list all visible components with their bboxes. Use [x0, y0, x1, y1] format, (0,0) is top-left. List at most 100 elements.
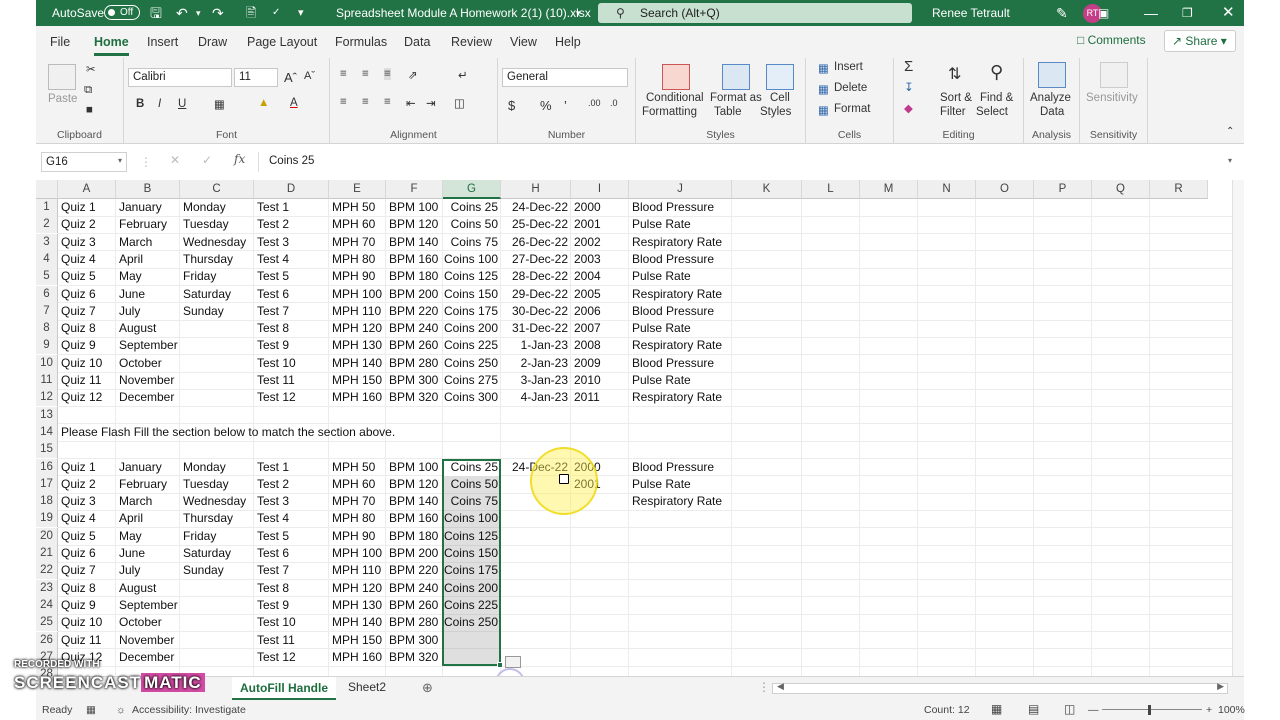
row-header-3[interactable]: 3	[36, 233, 58, 251]
cell-g8[interactable]: Coins 200	[443, 320, 501, 337]
cell-g11[interactable]: Coins 275	[443, 372, 501, 389]
analyze-data-label-1[interactable]: Analyze	[1030, 92, 1071, 104]
column-header-a[interactable]: A	[58, 180, 116, 199]
cell-f26[interactable]: BPM 300	[386, 632, 443, 649]
cell-b2[interactable]: February	[116, 216, 180, 233]
align-middle-icon[interactable]: ≡	[362, 68, 369, 80]
cell-a5[interactable]: Quiz 5	[58, 268, 116, 285]
align-top-icon[interactable]: ≡	[340, 68, 347, 80]
row-header-7[interactable]: 7	[36, 302, 58, 320]
row-header-13[interactable]: 13	[36, 406, 58, 424]
menu-page-layout[interactable]: Page Layout	[247, 35, 317, 49]
cell-c4[interactable]: Thursday	[180, 251, 254, 268]
row-header-24[interactable]: 24	[36, 596, 58, 614]
ribbon-display-icon[interactable]: ▣	[1098, 0, 1109, 26]
align-right-icon[interactable]: ≡	[384, 96, 391, 108]
cell-j4[interactable]: Blood Pressure	[629, 251, 732, 268]
conditional-formatting-label-1[interactable]: Conditional	[646, 92, 704, 104]
cell-a4[interactable]: Quiz 4	[58, 251, 116, 268]
spelling-icon[interactable]: ✓	[272, 0, 280, 26]
font-color-icon[interactable]: A	[290, 97, 298, 109]
cell-c19[interactable]: Thursday	[180, 510, 254, 527]
cell-d4[interactable]: Test 4	[254, 251, 329, 268]
find-select-icon[interactable]: ⚲	[990, 62, 1003, 83]
cell-e20[interactable]: MPH 90	[329, 528, 386, 545]
cell-a25[interactable]: Quiz 10	[58, 614, 116, 631]
cell-e27[interactable]: MPH 160	[329, 649, 386, 666]
zoom-level[interactable]: 100%	[1218, 704, 1245, 716]
cell-a1[interactable]: Quiz 1	[58, 199, 116, 216]
cell-f9[interactable]: BPM 260	[386, 337, 443, 354]
cell-f11[interactable]: BPM 300	[386, 372, 443, 389]
cell-a21[interactable]: Quiz 6	[58, 545, 116, 562]
row-header-25[interactable]: 25	[36, 614, 58, 632]
sort-filter-icon[interactable]: ⇅	[948, 64, 961, 84]
clear-icon[interactable]: ◆	[904, 101, 913, 115]
undo-icon[interactable]: ↶	[176, 0, 188, 26]
cell-c2[interactable]: Tuesday	[180, 216, 254, 233]
cell-h5[interactable]: 28-Dec-22	[501, 268, 571, 285]
cell-e16[interactable]: MPH 50	[329, 459, 386, 476]
minimize-icon[interactable]: —	[1144, 0, 1158, 26]
cell-g17[interactable]: Coins 50	[443, 476, 501, 493]
cell-a12[interactable]: Quiz 12	[58, 389, 116, 406]
row-header-1[interactable]: 1	[36, 199, 58, 216]
cell-b8[interactable]: August	[116, 320, 180, 337]
analyze-data-label-2[interactable]: Data	[1040, 106, 1064, 118]
column-header-j[interactable]: J	[629, 180, 732, 199]
cell-c18[interactable]: Wednesday	[180, 493, 254, 510]
save-icon[interactable]: 🖫	[150, 0, 162, 26]
menu-draw[interactable]: Draw	[198, 35, 227, 49]
cell-e21[interactable]: MPH 100	[329, 545, 386, 562]
row-header-12[interactable]: 12	[36, 389, 58, 407]
cell-f4[interactable]: BPM 160	[386, 251, 443, 268]
cell-e4[interactable]: MPH 80	[329, 251, 386, 268]
sort-filter-label-1[interactable]: Sort &	[940, 92, 972, 104]
vertical-scrollbar[interactable]	[1232, 180, 1244, 676]
insert-cells-label[interactable]: Insert	[834, 61, 863, 73]
cell-f18[interactable]: BPM 140	[386, 493, 443, 510]
name-box[interactable]: G16	[41, 152, 127, 172]
cell-d18[interactable]: Test 3	[254, 493, 329, 510]
cell-c3[interactable]: Wednesday	[180, 234, 254, 251]
cell-c7[interactable]: Sunday	[180, 303, 254, 320]
select-all-corner[interactable]	[36, 180, 58, 199]
page-layout-view-icon[interactable]: ▤	[1028, 702, 1039, 716]
cell-a23[interactable]: Quiz 8	[58, 580, 116, 597]
column-header-b[interactable]: B	[116, 180, 180, 199]
fill-handle[interactable]	[497, 662, 503, 669]
cell-c21[interactable]: Saturday	[180, 545, 254, 562]
cell-a20[interactable]: Quiz 5	[58, 528, 116, 545]
cell-g22[interactable]: Coins 175	[443, 562, 501, 579]
cell-g25[interactable]: Coins 250	[443, 614, 501, 631]
cell-b22[interactable]: July	[116, 562, 180, 579]
menu-formulas[interactable]: Formulas	[335, 35, 387, 49]
cell-a8[interactable]: Quiz 8	[58, 320, 116, 337]
format-as-table-icon[interactable]	[722, 64, 750, 90]
cell-e7[interactable]: MPH 110	[329, 303, 386, 320]
cell-f24[interactable]: BPM 260	[386, 597, 443, 614]
format-as-table-label-1[interactable]: Format as	[710, 92, 762, 104]
cell-b9[interactable]: September	[116, 337, 180, 354]
row-header-20[interactable]: 20	[36, 527, 58, 545]
cell-i11[interactable]: 2010	[571, 372, 629, 389]
cell-f27[interactable]: BPM 320	[386, 649, 443, 666]
menu-review[interactable]: Review	[451, 35, 492, 49]
increase-indent-icon[interactable]: ⇥	[426, 96, 436, 110]
cell-j16[interactable]: Blood Pressure	[629, 459, 732, 476]
cell-a7[interactable]: Quiz 7	[58, 303, 116, 320]
collapse-ribbon-icon[interactable]: ⌃	[1226, 126, 1234, 137]
align-center-icon[interactable]: ≡	[362, 96, 369, 108]
column-header-r[interactable]: R	[1150, 180, 1208, 199]
increase-decimal-icon[interactable]: .00	[588, 98, 601, 108]
cell-i1[interactable]: 2000	[571, 199, 629, 216]
row-header-11[interactable]: 11	[36, 372, 58, 389]
cell-b11[interactable]: November	[116, 372, 180, 389]
cell-e6[interactable]: MPH 100	[329, 286, 386, 303]
cell-a6[interactable]: Quiz 6	[58, 286, 116, 303]
cell-a3[interactable]: Quiz 3	[58, 234, 116, 251]
cell-styles-label-1[interactable]: Cell	[770, 92, 790, 104]
cell-e11[interactable]: MPH 150	[329, 372, 386, 389]
cell-b1[interactable]: January	[116, 199, 180, 216]
cell-d7[interactable]: Test 7	[254, 303, 329, 320]
